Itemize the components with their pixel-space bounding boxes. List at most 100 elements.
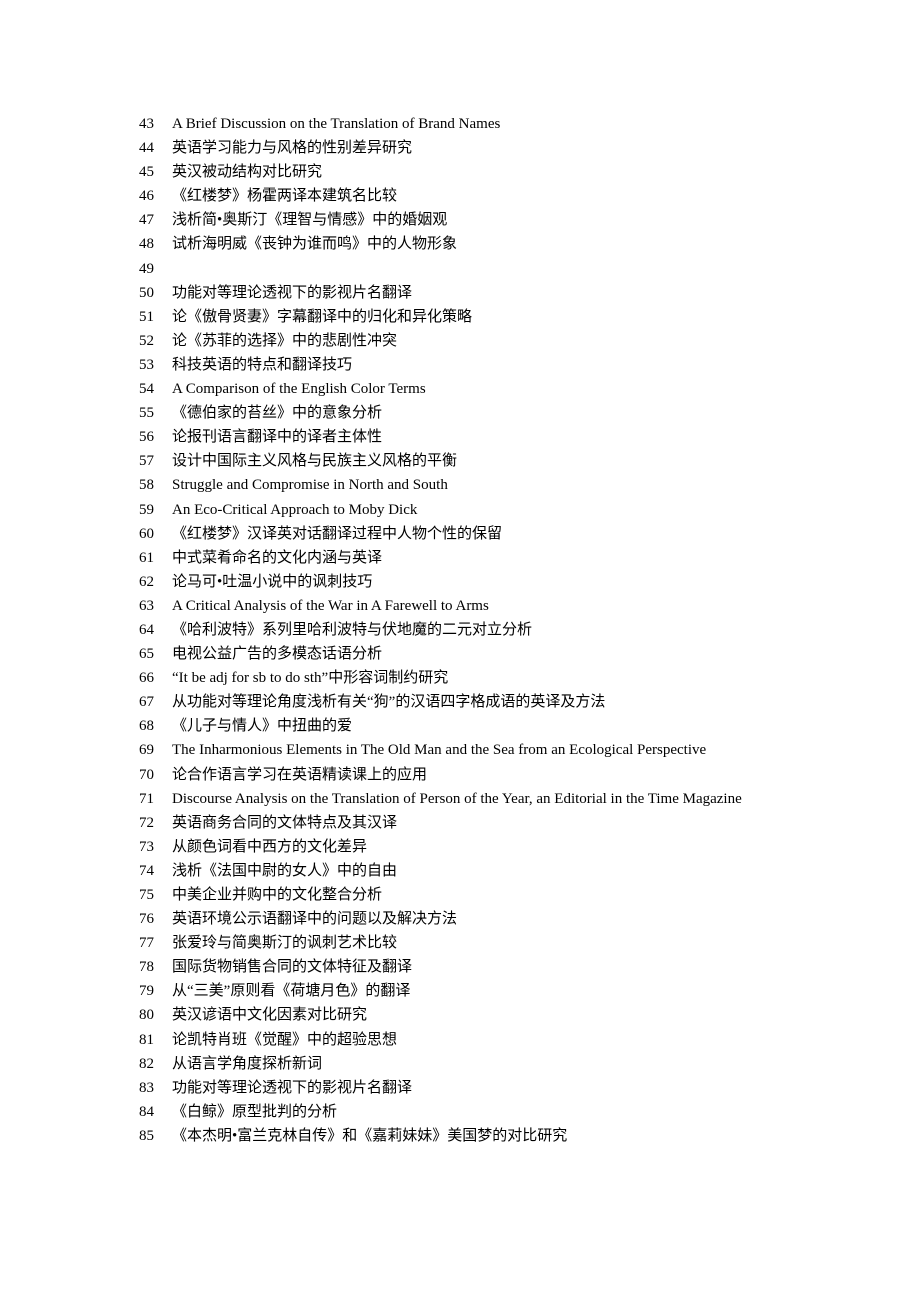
item-number: 57: [139, 453, 154, 470]
item-number: 82: [139, 1055, 154, 1072]
list-item: 54 A Comparison of the English Color Term…: [139, 377, 781, 401]
list-item: 70 论合作语言学习在英语精读课上的应用: [139, 763, 781, 787]
list-item: 57 设计中国际主义风格与民族主义风格的平衡: [139, 449, 781, 473]
item-title: 《白鲸》原型批判的分析: [172, 1103, 338, 1120]
item-title: 从“三美”原则看《荷塘月色》的翻译: [172, 983, 411, 1000]
item-number: 46: [139, 188, 154, 205]
item-title: An Eco-Critical Approach to Moby Dick: [172, 501, 418, 518]
item-title: 从语言学角度探析新词: [172, 1055, 323, 1072]
item-title: 论报刊语言翻译中的译者主体性: [172, 429, 383, 446]
list-item: 82 从语言学角度探析新词: [139, 1052, 781, 1076]
list-item: 60 《红楼梦》汉译英对话翻译过程中人物个性的保留: [139, 522, 781, 546]
item-title: 《德伯家的苔丝》中的意象分析: [172, 405, 383, 422]
item-title: 《红楼梦》汉译英对话翻译过程中人物个性的保留: [172, 525, 503, 542]
item-number: 65: [139, 646, 154, 663]
item-title: 设计中国际主义风格与民族主义风格的平衡: [172, 453, 458, 470]
list-item: 61 中式菜肴命名的文化内涵与英译: [139, 546, 781, 570]
item-title: 科技英语的特点和翻译技巧: [172, 356, 353, 373]
list-item: 50 功能对等理论透视下的影视片名翻译: [139, 281, 781, 305]
item-title: 英汉被动结构对比研究: [172, 164, 323, 181]
item-title: 功能对等理论透视下的影视片名翻译: [172, 284, 413, 301]
item-number: 47: [139, 212, 154, 229]
item-number: 74: [139, 862, 154, 879]
item-number: 54: [139, 381, 154, 398]
item-number: 60: [139, 525, 154, 542]
item-number: 72: [139, 814, 154, 831]
list-item: 71 Discourse Analysis on the Translation …: [139, 787, 781, 811]
item-number: 59: [139, 501, 154, 518]
item-title: 中美企业并购中的文化整合分析: [172, 887, 383, 903]
list-item: 80 英汉谚语中文化因素对比研究: [139, 1003, 781, 1027]
list-item: 73 从颜色词看中西方的文化差异: [139, 835, 781, 859]
item-number: 78: [139, 959, 154, 976]
list-item: 56 论报刊语言翻译中的译者主体性: [139, 425, 781, 449]
item-number: 55: [139, 405, 154, 422]
list-item: 45 英汉被动结构对比研究: [139, 160, 781, 184]
item-title: 论合作语言学习在英语精读课上的应用: [172, 766, 428, 783]
list-item: 49: [139, 257, 781, 281]
item-number: 67: [139, 694, 154, 711]
list-item: 44 英语学习能力与风格的性别差异研究: [139, 136, 781, 160]
list-item: 48 试析海明威《丧钟为谁而鸣》中的人物形象: [139, 232, 781, 256]
item-number: 61: [139, 549, 154, 566]
item-number: 75: [139, 887, 154, 903]
item-title: 论马可•吐温小说中的讽刺技巧: [172, 573, 373, 590]
item-number: 66: [139, 670, 154, 687]
item-number: 80: [139, 1007, 154, 1024]
document-page: 43 A Brief Discussion on the Translation …: [139, 112, 781, 1148]
item-number: 62: [139, 573, 154, 590]
list-item: 78 国际货物销售合同的文体特征及翻译: [139, 955, 781, 979]
list-item: 75 中美企业并购中的文化整合分析: [139, 883, 781, 907]
item-title: 《哈利波特》系列里哈利波特与伏地魔的二元对立分析: [172, 621, 533, 638]
item-title: The Inharmonious Elements in The Old Man…: [172, 742, 707, 759]
item-number: 83: [139, 1079, 154, 1096]
item-number: 58: [139, 477, 154, 494]
item-number: 43: [139, 116, 154, 132]
item-number: 68: [139, 718, 154, 735]
item-number: 71: [139, 790, 154, 807]
list-item: 58 Struggle and Compromise in North and S…: [139, 473, 781, 497]
list-item: 77 张爱玲与简奥斯汀的讽刺艺术比较: [139, 931, 781, 955]
item-title: 英汉谚语中文化因素对比研究: [172, 1007, 368, 1024]
item-title: 论凯特肖班《觉醒》中的超验思想: [172, 1031, 398, 1048]
item-title: A Brief Discussion on the Translation of…: [172, 116, 501, 132]
item-number: 69: [139, 742, 154, 759]
list-item: 65 电视公益广告的多模态话语分析: [139, 642, 781, 666]
item-number: 85: [139, 1127, 154, 1144]
list-item: 85 《本杰明•富兰克林自传》和《嘉莉妹妹》美国梦的对比研究: [139, 1124, 781, 1148]
list-item: 53 科技英语的特点和翻译技巧: [139, 353, 781, 377]
list-item: 84 《白鲸》原型批判的分析: [139, 1100, 781, 1124]
item-title: 浅析《法国中尉的女人》中的自由: [172, 862, 398, 879]
item-title: 国际货物销售合同的文体特征及翻译: [172, 959, 413, 976]
item-title: 英语环境公示语翻译中的问题以及解决方法: [172, 911, 458, 928]
item-number: 53: [139, 356, 154, 373]
item-title: 功能对等理论透视下的影视片名翻译: [172, 1079, 413, 1096]
item-title: 从颜色词看中西方的文化差异: [172, 838, 368, 855]
item-title: 英语商务合同的文体特点及其汉译: [172, 814, 398, 831]
item-title: 试析海明威《丧钟为谁而鸣》中的人物形象: [172, 236, 458, 253]
item-number: 50: [139, 284, 154, 301]
item-title: 《红楼梦》杨霍两译本建筑名比较: [172, 188, 398, 205]
item-title: A Comparison of the English Color Terms: [172, 381, 426, 398]
item-number: 52: [139, 332, 154, 349]
list-item: 52 论《苏菲的选择》中的悲剧性冲突: [139, 329, 781, 353]
item-number: 81: [139, 1031, 154, 1048]
item-title: “It be adj for sb to do sth”中形容词制约研究: [172, 670, 449, 687]
item-number: 76: [139, 911, 154, 928]
list-item: 76 英语环境公示语翻译中的问题以及解决方法: [139, 907, 781, 931]
list-item: 62 论马可•吐温小说中的讽刺技巧: [139, 570, 781, 594]
list-item: 46 《红楼梦》杨霍两译本建筑名比较: [139, 184, 781, 208]
item-title: 《儿子与情人》中扭曲的爱: [172, 718, 353, 735]
list-item: 47 浅析简•奥斯汀《理智与情感》中的婚姻观: [139, 208, 781, 232]
item-title: 论《傲骨贤妻》字幕翻译中的归化和异化策略: [172, 308, 473, 325]
list-item: 51 论《傲骨贤妻》字幕翻译中的归化和异化策略: [139, 305, 781, 329]
item-title: 中式菜肴命名的文化内涵与英译: [172, 549, 383, 566]
item-title: 英语学习能力与风格的性别差异研究: [172, 140, 413, 157]
list-item: 63 A Critical Analysis of the War in A Fa…: [139, 594, 781, 618]
item-number: 77: [139, 935, 154, 952]
list-item: 74 浅析《法国中尉的女人》中的自由: [139, 859, 781, 883]
item-number: 51: [139, 308, 154, 325]
item-title: 浅析简•奥斯汀《理智与情感》中的婚姻观: [172, 212, 448, 229]
list-item: 66 “It be adj for sb to do sth”中形容词制约研究: [139, 666, 781, 690]
item-number: 49: [139, 260, 154, 277]
